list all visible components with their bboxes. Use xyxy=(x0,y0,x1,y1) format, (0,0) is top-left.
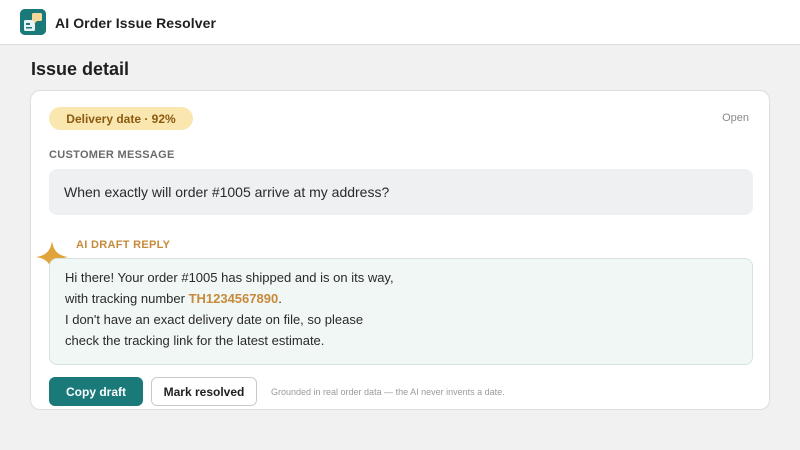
page-title: Issue detail xyxy=(31,59,130,79)
status-label: Open xyxy=(722,112,749,124)
grounding-footnote: Grounded in real order data — the AI nev… xyxy=(271,387,505,397)
mark-resolved-button[interactable]: Mark resolved xyxy=(151,377,257,406)
draft-line-4: check the tracking link for the latest e… xyxy=(65,333,325,348)
top-bar: AI Order Issue Resolver xyxy=(0,0,800,45)
draft-line-1: Hi there! Your order #1005 has shipped a… xyxy=(65,270,394,285)
draft-line-3: I don't have an exact delivery date on f… xyxy=(65,312,364,327)
category-confidence-badge: Delivery date · 92% xyxy=(49,107,193,130)
draft-line-2-prefix: with tracking number xyxy=(65,291,189,306)
ai-draft-label: AI DRAFT REPLY xyxy=(76,239,171,251)
puzzle-chat-icon xyxy=(20,9,46,35)
app-title: AI Order Issue Resolver xyxy=(55,15,217,31)
tracking-number: TH1234567890 xyxy=(188,291,279,306)
ai-draft-reply: Hi there! Your order #1005 has shipped a… xyxy=(49,258,753,365)
draft-line-2: with tracking number TH1234567890. xyxy=(65,288,737,309)
draft-line-2-suffix: . xyxy=(278,291,282,306)
copy-draft-button[interactable]: Copy draft xyxy=(49,377,143,406)
customer-message-text: When exactly will order #1005 arrive at … xyxy=(64,184,390,200)
customer-message: When exactly will order #1005 arrive at … xyxy=(49,169,753,215)
customer-message-label: CUSTOMER MESSAGE xyxy=(49,149,175,161)
issue-card: Delivery date · 92% Open CUSTOMER MESSAG… xyxy=(30,90,770,410)
